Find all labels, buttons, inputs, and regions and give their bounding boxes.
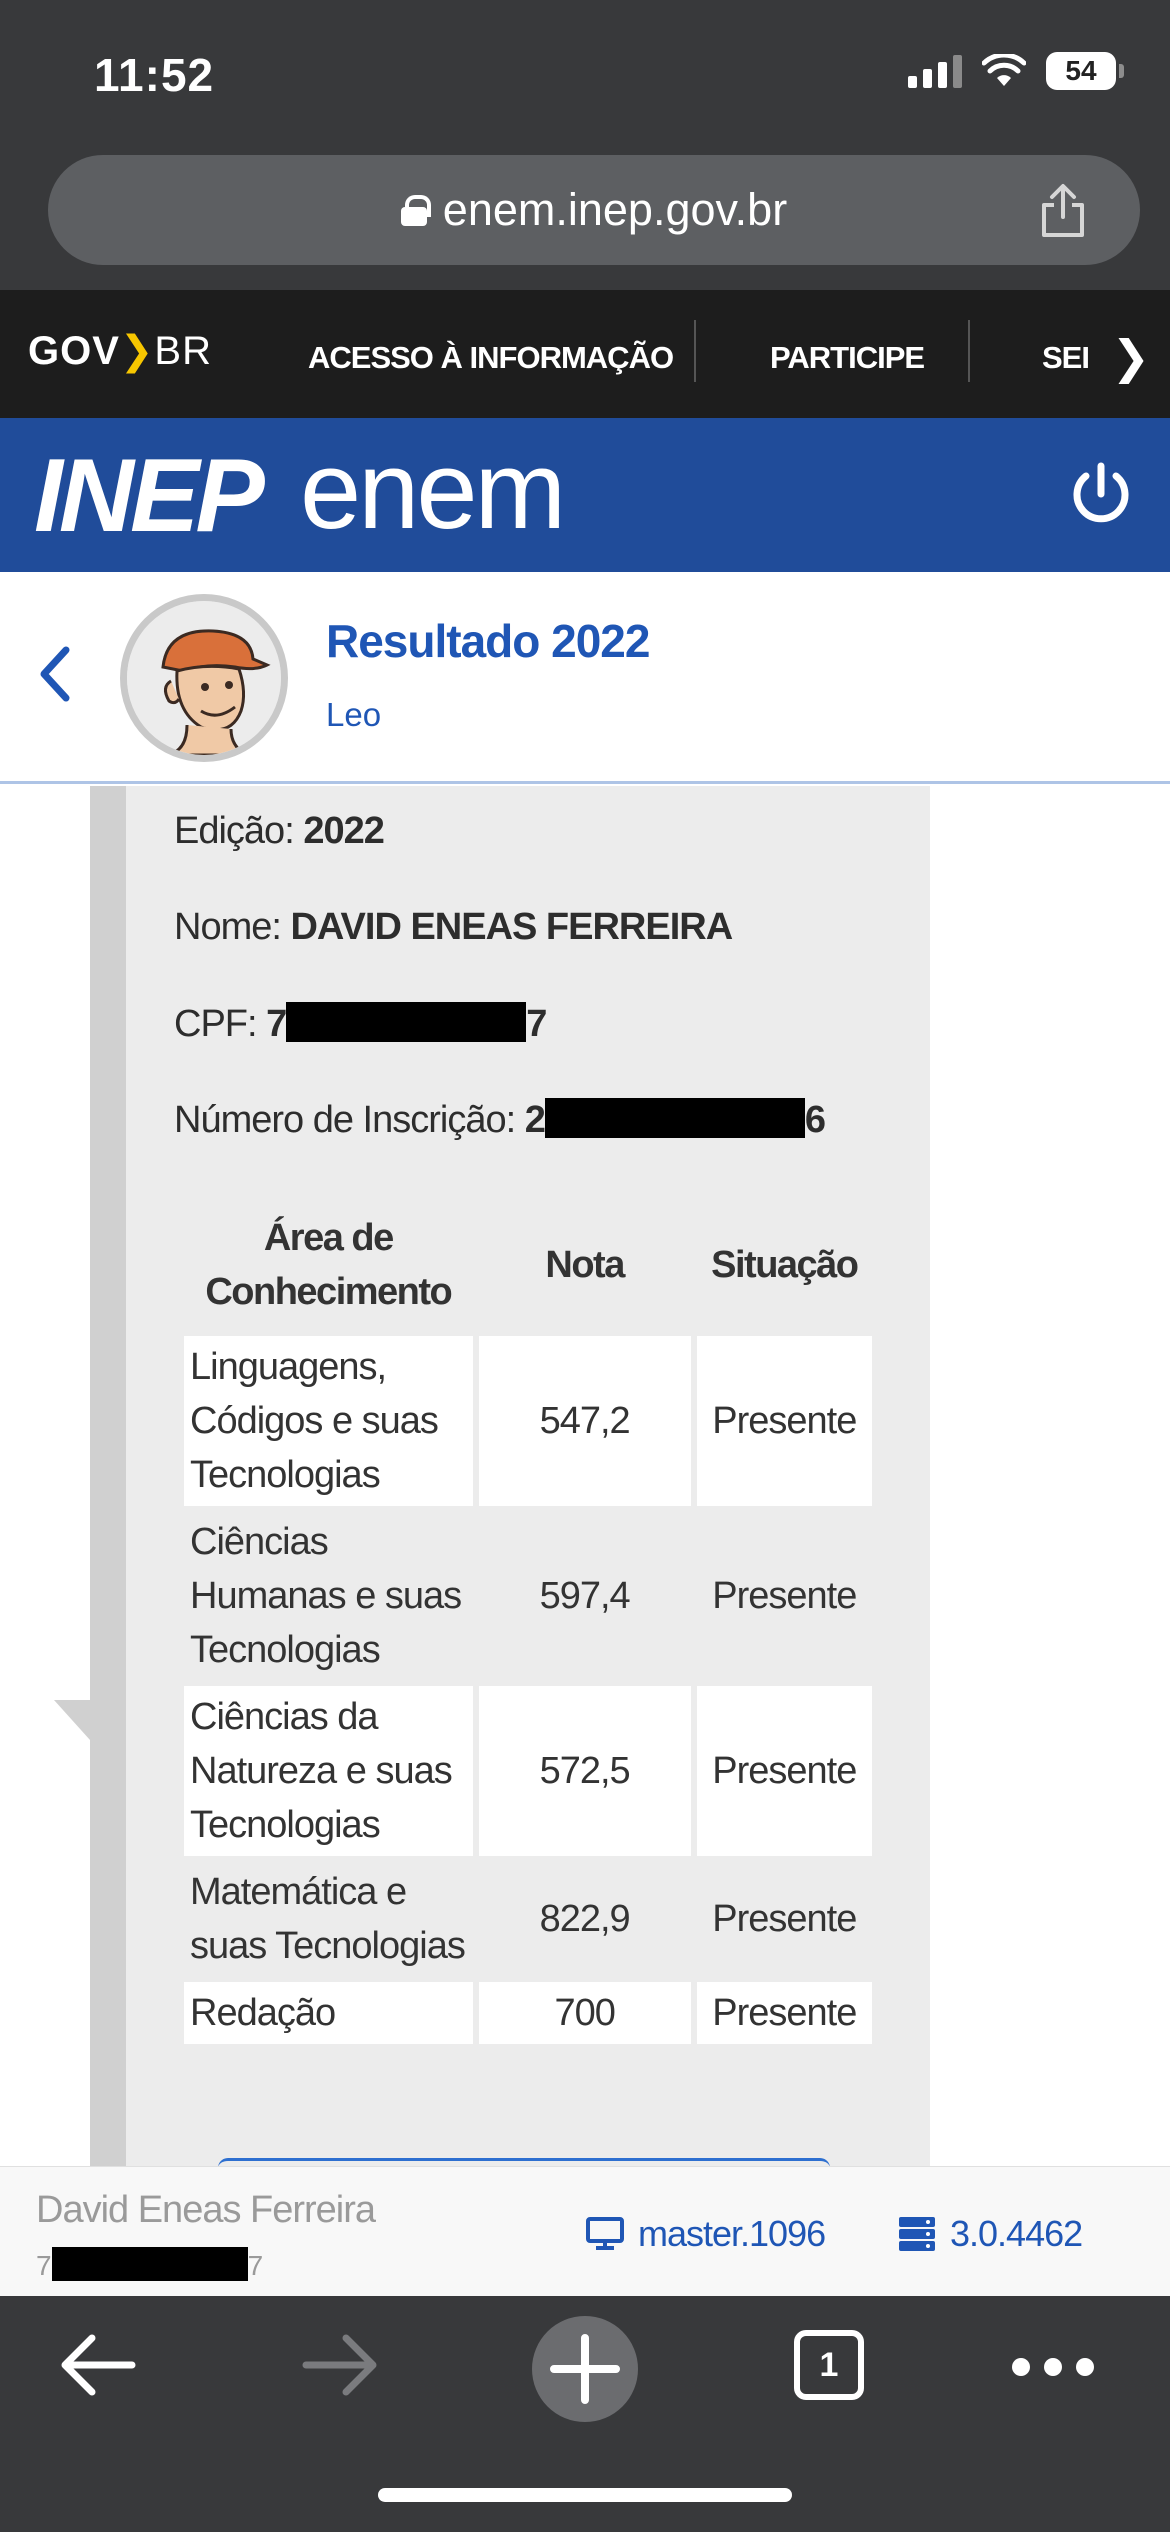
tabs-button[interactable]: 1 — [794, 2330, 864, 2400]
frontend-version: master.1096 — [586, 2213, 826, 2255]
avatar — [120, 594, 288, 762]
gov-br-logo-br: BR — [154, 329, 212, 373]
cellular-signal-icon — [908, 54, 962, 88]
more-options-icon[interactable] — [1012, 2358, 1094, 2376]
nota-cell: 547,2 — [478, 1336, 691, 1506]
timeline-strip — [90, 786, 126, 2166]
timeline-marker — [54, 1700, 90, 1740]
footer-user-name: David Eneas Ferreira — [36, 2189, 376, 2231]
area-cell: Linguagens, Códigos e suas Tecnologias — [184, 1336, 473, 1506]
plus-icon — [550, 2334, 620, 2404]
edition-field: Edição: 2022 — [174, 810, 385, 853]
power-icon[interactable] — [1066, 460, 1136, 530]
header-situacao: Situação — [711, 1244, 859, 1286]
registration-last-digit: 6 — [804, 1099, 826, 1141]
name-label: Nome: — [174, 906, 282, 948]
header-nota: Nota — [545, 1244, 625, 1286]
redaction-bar — [286, 1002, 527, 1042]
gov-br-logo[interactable]: GOV❯BR — [28, 328, 212, 374]
table-row: Redação 700 Presente — [184, 1982, 872, 2044]
registration-first-digit: 2 — [524, 1099, 546, 1141]
cpf-field: CPF: 7 7 — [174, 1002, 547, 1046]
footer-cpf-last-digit: 7 — [247, 2250, 264, 2281]
nota-cell: 822,9 — [539, 1898, 631, 1940]
footer-cpf-first-digit: 7 — [36, 2250, 52, 2281]
table-row: Ciências Humanas e suas Tecnologias 597,… — [184, 1511, 872, 1681]
monitor-icon — [586, 2217, 624, 2250]
header-area: Área de Conhecimento — [205, 1217, 452, 1313]
inep-logo[interactable]: INEP — [34, 444, 265, 548]
footer-cpf: 77 — [36, 2247, 263, 2282]
registration-field: Número de Inscrição: 2 6 — [174, 1098, 826, 1142]
gov-link-participe[interactable]: PARTICIPE — [770, 340, 925, 376]
situacao-cell: Presente — [696, 1982, 872, 2044]
battery-icon: 54 — [1046, 52, 1124, 90]
nota-cell: 572,5 — [478, 1686, 691, 1856]
nota-cell: 700 — [478, 1982, 691, 2044]
gov-link-sei[interactable]: SEI — [1042, 340, 1090, 376]
status-time: 11:52 — [94, 49, 215, 101]
registration-label: Número de Inscrição: — [174, 1099, 516, 1141]
area-cell: Ciências Humanas e suas Tecnologias — [190, 1521, 462, 1671]
results-table: Área de Conhecimento Nota Situação Lingu… — [178, 1196, 878, 2049]
wifi-icon — [982, 54, 1026, 86]
results-header-row: Área de Conhecimento Nota Situação — [184, 1201, 872, 1331]
cpf-label: CPF: — [174, 1003, 258, 1045]
name-field: Nome: DAVID ENEAS FERREIRA — [174, 906, 733, 949]
result-card: Edição: 2022 Nome: DAVID ENEAS FERREIRA … — [126, 786, 930, 2166]
situacao-cell: Presente — [696, 1686, 872, 1856]
area-cell: Ciências da Natureza e suas Tecnologias — [184, 1686, 473, 1856]
enem-logo[interactable]: enem — [300, 436, 566, 546]
situacao-cell: Presente — [696, 1336, 872, 1506]
server-icon — [899, 2217, 935, 2251]
url-text: enem.inep.gov.br — [442, 184, 788, 235]
table-row: Ciências da Natureza e suas Tecnologias … — [184, 1686, 872, 1856]
status-bar: 11:52 54 — [0, 0, 1170, 145]
lock-icon — [400, 195, 431, 226]
avatar-illustration — [127, 601, 281, 755]
gov-br-logo-chevron: ❯ — [119, 329, 155, 373]
new-tab-button[interactable] — [532, 2316, 638, 2422]
situacao-cell: Presente — [712, 1898, 857, 1940]
forward-arrow-icon[interactable] — [300, 2330, 380, 2400]
gov-br-bar: GOV❯BR ACESSO À INFORMAÇÃO PARTICIPE SEI… — [0, 290, 1170, 418]
browser-address-bar: enem.inep.gov.br — [0, 145, 1170, 290]
gov-separator — [968, 320, 970, 382]
redaction-bar — [51, 2247, 248, 2281]
table-row: Linguagens, Códigos e suas Tecnologias 5… — [184, 1336, 872, 1506]
situacao-cell: Presente — [712, 1575, 857, 1617]
backend-version: 3.0.4462 — [898, 2213, 1083, 2255]
nota-cell: 597,4 — [539, 1575, 631, 1617]
area-cell: Redação — [184, 1982, 473, 2044]
status-icons: 54 — [908, 52, 1124, 90]
back-arrow-icon[interactable] — [34, 644, 74, 704]
cpf-last-digit: 7 — [526, 1003, 547, 1045]
page-subtitle: Leo — [326, 696, 382, 733]
frontend-version-text: master.1096 — [638, 2213, 826, 2254]
backend-version-text: 3.0.4462 — [950, 2213, 1083, 2254]
table-row: Matemática e suas Tecnologias 822,9 Pres… — [184, 1861, 872, 1977]
chevron-right-icon[interactable]: ❯ — [1111, 330, 1150, 384]
session-footer: David Eneas Ferreira 77 master.1096 3.0.… — [0, 2166, 1170, 2296]
gov-br-logo-gov: GOV — [28, 329, 120, 373]
home-indicator[interactable] — [378, 2488, 792, 2502]
battery-level: 54 — [1065, 55, 1097, 86]
edition-value: 2022 — [303, 810, 385, 852]
url-field[interactable]: enem.inep.gov.br — [48, 155, 1140, 265]
page-header: Resultado 2022 Leo — [0, 572, 1170, 784]
share-icon[interactable] — [1038, 183, 1088, 239]
area-cell: Matemática e suas Tecnologias — [190, 1871, 466, 1967]
name-value: DAVID ENEAS FERREIRA — [290, 906, 733, 948]
gov-link-acesso-informacao[interactable]: ACESSO À INFORMAÇÃO — [308, 340, 674, 376]
enem-header: INEP enem — [0, 418, 1170, 572]
back-arrow-icon[interactable] — [58, 2330, 138, 2400]
redaction-bar — [544, 1098, 805, 1138]
cpf-first-digit: 7 — [266, 1003, 287, 1045]
edition-label: Edição: — [174, 810, 295, 852]
gov-separator — [694, 320, 696, 382]
page-title: Resultado 2022 — [326, 615, 650, 667]
